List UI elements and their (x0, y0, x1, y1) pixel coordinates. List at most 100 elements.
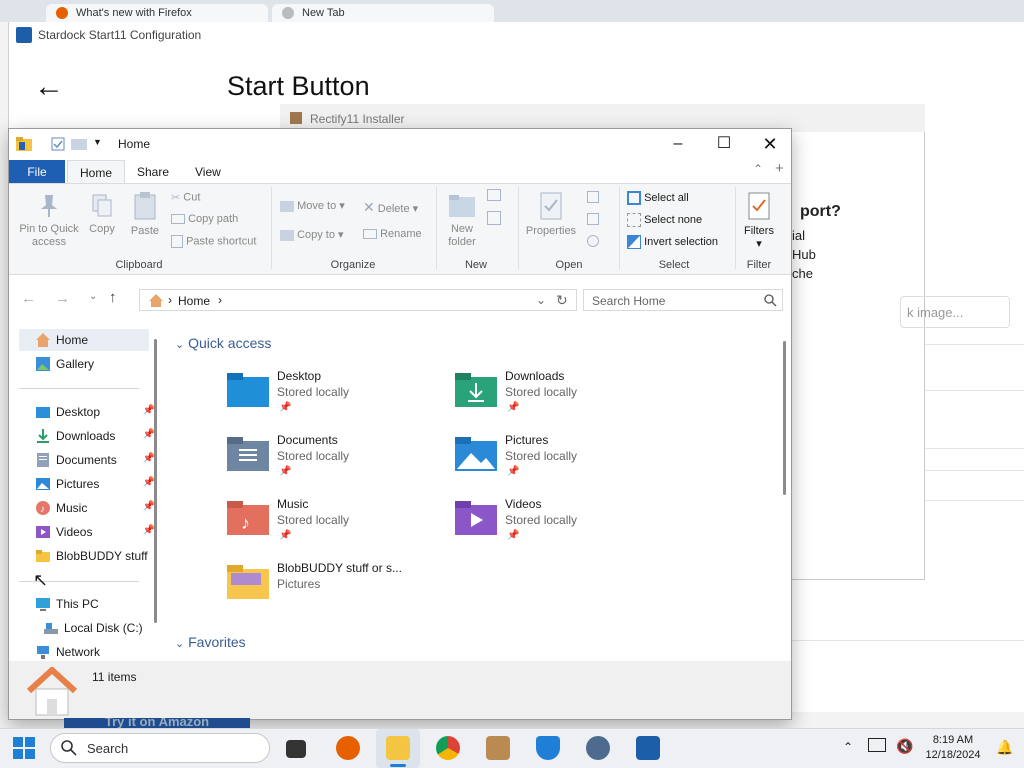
rectify11-title: Rectify11 Installer (310, 112, 405, 126)
browser-tab-strip: What's new with Firefox New Tab (0, 0, 1024, 22)
nav-label: Desktop (56, 405, 101, 419)
nav-item-downloads[interactable]: Downloads 📌 (19, 425, 155, 447)
open-icon[interactable] (587, 191, 599, 203)
volume-muted-icon[interactable]: 🔇 (896, 738, 913, 755)
quick-access-item-documents[interactable]: Documents Stored locally 📌 (227, 433, 437, 487)
quick-access-item-blobbuddy[interactable]: BlobBUDDY stuff or s... Pictures (227, 561, 437, 615)
properties-label: Properties (525, 225, 577, 237)
notification-bell-icon[interactable]: 🔔 (996, 739, 1013, 756)
nav-item-desktop[interactable]: Desktop 📌 (19, 401, 155, 423)
nav-label: Gallery (56, 357, 95, 371)
filters-button[interactable]: Filters ▾ (739, 191, 779, 251)
pin-icon: 📌 (507, 466, 520, 477)
divider (619, 187, 620, 269)
image-input[interactable]: k image... (900, 296, 1010, 328)
back-icon[interactable]: ← (21, 290, 36, 307)
browser-tab-new[interactable]: New Tab (272, 4, 494, 22)
file-explorer-icon[interactable] (386, 736, 410, 760)
search-input[interactable]: Search Home (592, 294, 665, 308)
select-all-button[interactable]: Select all (627, 191, 689, 205)
task-view-icon[interactable] (286, 740, 306, 758)
nav-item-network[interactable]: Network (19, 641, 149, 663)
easy-access-icon[interactable] (487, 211, 501, 225)
windows-start-icon[interactable] (13, 737, 35, 759)
tab-file[interactable]: File (9, 160, 65, 183)
address-dropdown-icon[interactable]: ⌄ (536, 293, 546, 307)
nav-item-home[interactable]: Home (19, 329, 149, 351)
copy-path-button[interactable]: Copy path (171, 213, 238, 225)
nav-item-videos[interactable]: Videos 📌 (19, 521, 155, 543)
refresh-icon[interactable]: ↻ (556, 292, 568, 309)
forward-icon[interactable]: → (55, 290, 70, 307)
quick-access-item-pictures[interactable]: Pictures Stored locally 📌 (455, 433, 665, 487)
item-name: Videos (505, 497, 542, 511)
minimize-icon[interactable]: – (655, 129, 701, 159)
paste-shortcut-button[interactable]: Paste shortcut (171, 235, 256, 248)
nav-item-documents[interactable]: Documents 📌 (19, 449, 155, 471)
quick-access-item-downloads[interactable]: Downloads Stored locally 📌 (455, 369, 665, 423)
recent-locations-icon[interactable]: ⌄ (89, 291, 97, 302)
nav-item-pictures[interactable]: Pictures 📌 (19, 473, 155, 495)
maximize-icon[interactable]: ☐ (701, 129, 747, 159)
properties-quick-icon[interactable] (51, 137, 65, 151)
tray-chevron-icon[interactable]: ⌃ (843, 740, 853, 754)
start11-icon[interactable] (636, 736, 660, 760)
tab-home[interactable]: Home (67, 160, 126, 183)
new-folder-button[interactable]: New folder (441, 193, 483, 249)
nav-label: Pictures (56, 477, 100, 491)
new-folder-quick-icon[interactable] (71, 137, 87, 151)
quick-access-item-desktop[interactable]: Desktop Stored locally 📌 (227, 369, 437, 423)
quick-access-item-music[interactable]: ♪ Music Stored locally 📌 (227, 497, 437, 551)
item-name: Pictures (505, 433, 549, 447)
firefox-icon[interactable] (336, 736, 360, 760)
help-plus-icon[interactable]: + (775, 160, 784, 177)
rename-button[interactable]: Rename (363, 228, 422, 240)
nav-scrollbar[interactable] (154, 339, 157, 623)
favorites-header[interactable]: ⌄ Favorites (175, 634, 246, 650)
installer-icon[interactable] (486, 736, 510, 760)
network-icon (37, 646, 49, 659)
display-icon[interactable] (868, 738, 886, 752)
paste-button[interactable]: Paste (125, 191, 165, 238)
nav-item-blobbuddy[interactable]: BlobBUDDY stuff (19, 545, 149, 567)
back-arrow-icon[interactable]: ← (34, 70, 64, 104)
breadcrumb-home[interactable]: Home (178, 294, 210, 308)
address-bar[interactable]: › Home › ⌄ ↻ (139, 289, 577, 311)
customize-toolbar-icon[interactable]: ▼ (93, 137, 102, 147)
delete-button[interactable]: ✕ Delete ▾ (363, 199, 418, 216)
properties-button[interactable]: Properties (523, 191, 579, 238)
copy-icon (92, 194, 112, 217)
collapse-chevron-icon: ⌄ (175, 638, 185, 650)
item-sub: Pictures (277, 577, 321, 591)
collapse-ribbon-icon[interactable]: ⌃ (753, 162, 763, 176)
settings-gear-icon[interactable] (586, 736, 610, 760)
history-icon[interactable] (587, 235, 599, 247)
copy-button[interactable]: Copy (85, 193, 119, 236)
nav-item-this-pc[interactable]: This PC (19, 593, 149, 615)
quick-access-header[interactable]: ⌄ Quick access (175, 335, 271, 351)
tab-share[interactable]: Share (125, 160, 181, 183)
nav-item-music[interactable]: ♪ Music 📌 (19, 497, 155, 519)
chrome-icon[interactable] (436, 736, 460, 760)
taskbar-search[interactable]: Search (50, 733, 270, 763)
quick-access-item-videos[interactable]: Videos Stored locally 📌 (455, 497, 665, 551)
content-scrollbar[interactable] (783, 341, 786, 495)
nav-item-local-disk[interactable]: Local Disk (C:) (19, 617, 149, 639)
invert-selection-button[interactable]: Invert selection (627, 235, 718, 249)
close-icon[interactable]: ✕ (747, 129, 793, 159)
edit-icon[interactable] (587, 213, 599, 225)
nav-item-gallery[interactable]: Gallery (19, 353, 149, 375)
browser-tab-firefox[interactable]: What's new with Firefox (46, 4, 268, 22)
up-icon[interactable]: ↑ (109, 289, 117, 306)
search-box[interactable]: Search Home (583, 289, 783, 311)
rectify-text: ial (792, 228, 806, 243)
move-to-button[interactable]: Move to ▾ (280, 199, 345, 212)
tab-view[interactable]: View (183, 160, 233, 183)
pin-to-quick-access-button[interactable]: Pin to Quick access (13, 193, 85, 249)
taskbar-clock[interactable]: 8:19 AM 12/18/2024 (918, 733, 988, 763)
security-shield-icon[interactable] (536, 736, 560, 760)
new-item-icon[interactable] (487, 189, 501, 201)
copy-to-button[interactable]: Copy to ▾ (280, 228, 344, 241)
cut-button[interactable]: ✂ Cut (171, 191, 200, 204)
select-none-button[interactable]: Select none (627, 213, 702, 227)
